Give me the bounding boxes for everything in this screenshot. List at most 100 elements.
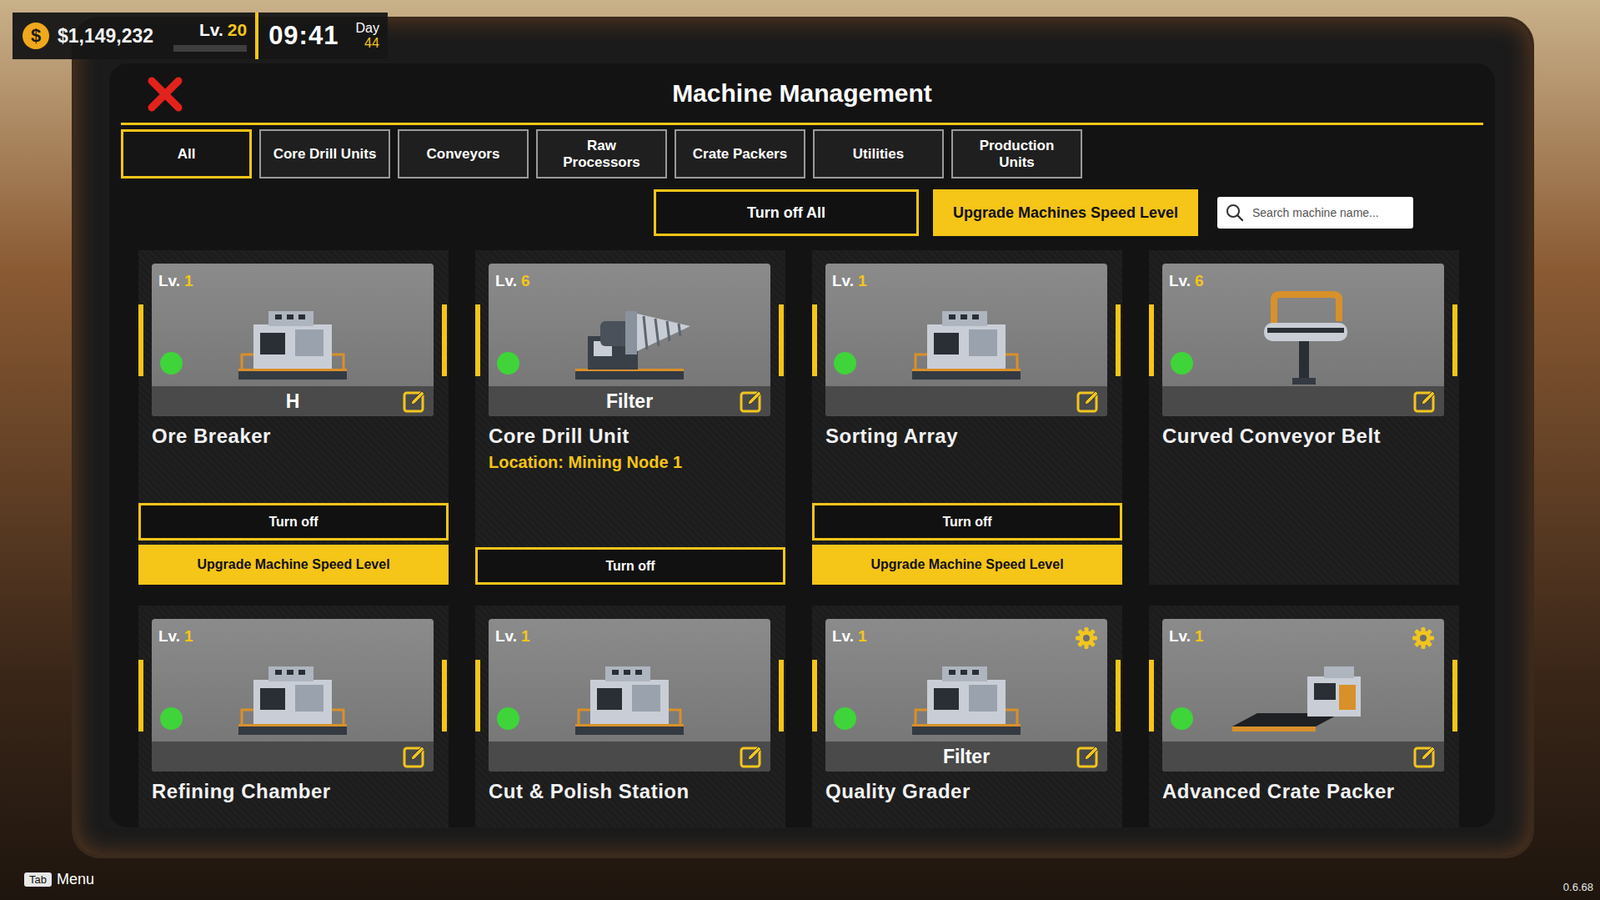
category-tab[interactable]: Utilities	[812, 129, 944, 179]
action-bar: Turn off All Upgrade Machines Speed Level	[120, 189, 1484, 236]
machine-name: Quality Grader	[812, 771, 1123, 803]
search-input[interactable]	[1250, 205, 1405, 221]
status-dot	[833, 707, 857, 730]
edit-icon[interactable]	[1075, 743, 1101, 769]
hud: $$1,149,232Lv.2009:41Day44	[12, 12, 388, 60]
machine-icon	[541, 642, 718, 742]
gear-icon[interactable]	[1073, 625, 1099, 651]
machine-thumbnail[interactable]: Lv.6	[1162, 263, 1445, 417]
machine-level: Lv.1	[825, 618, 1108, 646]
machine-management-panel: Machine Management AllCore Drill UnitsCon…	[109, 63, 1495, 828]
machine-name: Ore Breaker	[138, 416, 449, 448]
edit-icon[interactable]	[738, 743, 764, 769]
xp-bar	[173, 45, 247, 52]
edit-icon[interactable]	[401, 388, 427, 414]
money-display: $ $1,149,232	[12, 12, 166, 60]
status-dot	[160, 707, 183, 730]
day-counter: Day44	[348, 12, 387, 60]
machine-card: Lv.1 Cut & Polish Station	[475, 605, 786, 828]
panel-title: Machine Management	[672, 79, 933, 108]
machine-level: Lv.6	[488, 263, 771, 291]
machine-thumbnail[interactable]: Lv.1 Filter	[825, 618, 1108, 772]
turn-off-all-button[interactable]: Turn off All	[653, 189, 919, 236]
status-dot	[160, 351, 183, 375]
player-level: Lv.20	[165, 12, 256, 60]
money-value: $1,149,232	[57, 25, 154, 48]
machine-name: Advanced Crate Packer	[1148, 771, 1460, 803]
machine-tag: Filter	[942, 745, 990, 768]
machine-icon	[205, 642, 381, 742]
menu-hint: TabMenu	[24, 870, 95, 888]
machine-icon	[205, 287, 381, 387]
status-dot	[833, 351, 857, 375]
category-tab[interactable]: All	[120, 129, 252, 179]
machine-card: Lv.6 Filter Core Drill UnitLocation: Minin…	[475, 250, 786, 585]
machine-thumbnail[interactable]: Lv.1	[151, 618, 434, 772]
machine-thumbnail[interactable]: Lv.6 Filter	[488, 263, 771, 417]
category-tabs: AllCore Drill UnitsConveyorsRaw Processo…	[120, 129, 1484, 179]
machine-name: Curved Conveyor Belt	[1148, 416, 1460, 448]
machine-name: Core Drill Unit	[475, 416, 786, 448]
machine-card: Lv.1 Advanced Crate Packer	[1148, 605, 1460, 828]
game-scene: $$1,149,232Lv.2009:41Day44Machine Manage…	[0, 0, 1600, 900]
edit-icon[interactable]	[1075, 388, 1101, 414]
category-tab[interactable]: Raw Processors	[536, 129, 668, 179]
machine-name: Cut & Polish Station	[475, 771, 786, 803]
machine-card: Lv.1 Sorting Array Turn offUpgrade Machine…	[812, 250, 1123, 585]
search-icon	[1225, 203, 1244, 222]
turn-off-button[interactable]: Turn off	[475, 546, 786, 585]
category-tab[interactable]: Production Units	[951, 129, 1083, 179]
machine-thumbnail[interactable]: Lv.1	[825, 263, 1108, 417]
machine-card: Lv.1 H Ore Breaker Turn offUpgrade Machine …	[138, 250, 449, 585]
edit-icon[interactable]	[1412, 388, 1438, 414]
category-tab[interactable]: Core Drill Units	[259, 129, 391, 179]
machine-name: Refining Chamber	[138, 771, 449, 803]
status-dot	[1170, 351, 1194, 375]
status-dot	[496, 351, 520, 375]
machine-icon	[878, 287, 1054, 387]
machine-card: Lv.6 Curved Conveyor Belt	[1148, 250, 1460, 585]
upgrade-speed-button[interactable]: Upgrade Machine Speed Level	[138, 544, 449, 585]
coin-icon: $	[22, 22, 50, 50]
version-label: 0.6.68	[1563, 880, 1594, 893]
machine-list: Lv.1HOre BreakerTurn offUpgrade Machine …	[120, 250, 1484, 828]
machine-level: Lv.1	[151, 263, 434, 291]
upgrade-speed-button[interactable]: Upgrade Machine Speed Level	[812, 544, 1123, 585]
machine-name: Sorting Array	[812, 416, 1123, 448]
edit-icon[interactable]	[401, 743, 427, 769]
machine-level: Lv.1	[1162, 618, 1445, 646]
upgrade-all-button[interactable]: Upgrade Machines Speed Level	[932, 189, 1199, 236]
machine-icon	[878, 642, 1054, 742]
machine-level: Lv.1	[825, 263, 1108, 291]
machine-tag: H	[285, 390, 301, 413]
category-tab[interactable]: Crate Packers	[674, 129, 806, 179]
tab-key: Tab	[24, 872, 52, 887]
machine-thumbnail[interactable]: Lv.1	[1162, 618, 1445, 772]
machine-level: Lv.6	[1162, 263, 1445, 291]
machine-level: Lv.1	[151, 618, 434, 646]
clock: 09:41	[258, 12, 349, 60]
machine-level: Lv.1	[488, 618, 771, 646]
edit-icon[interactable]	[1412, 743, 1438, 769]
level-label: Lv.	[199, 20, 224, 41]
turn-off-button[interactable]: Turn off	[138, 502, 449, 541]
status-dot	[496, 707, 520, 730]
machine-card: Lv.1 Refining Chamber	[138, 605, 449, 828]
conveyor-icon	[1215, 287, 1391, 387]
gear-icon[interactable]	[1410, 625, 1436, 651]
level-value: 20	[227, 20, 247, 41]
crate-packer-icon	[1215, 642, 1391, 742]
edit-icon[interactable]	[738, 388, 764, 414]
panel-header: Machine Management	[120, 63, 1484, 123]
machine-location: Location: Mining Node 1	[475, 447, 786, 472]
machine-thumbnail[interactable]: Lv.1 H	[151, 263, 434, 417]
category-tab[interactable]: Conveyors	[397, 129, 529, 179]
turn-off-button[interactable]: Turn off	[812, 502, 1123, 541]
drill-icon	[541, 287, 718, 387]
machine-tag: Filter	[606, 390, 653, 413]
search-field[interactable]	[1217, 196, 1414, 229]
close-icon[interactable]	[146, 75, 184, 113]
machine-thumbnail[interactable]: Lv.1	[488, 618, 771, 772]
status-dot	[1170, 707, 1194, 730]
monitor-frame: Machine Management AllCore Drill UnitsCon…	[71, 16, 1535, 858]
